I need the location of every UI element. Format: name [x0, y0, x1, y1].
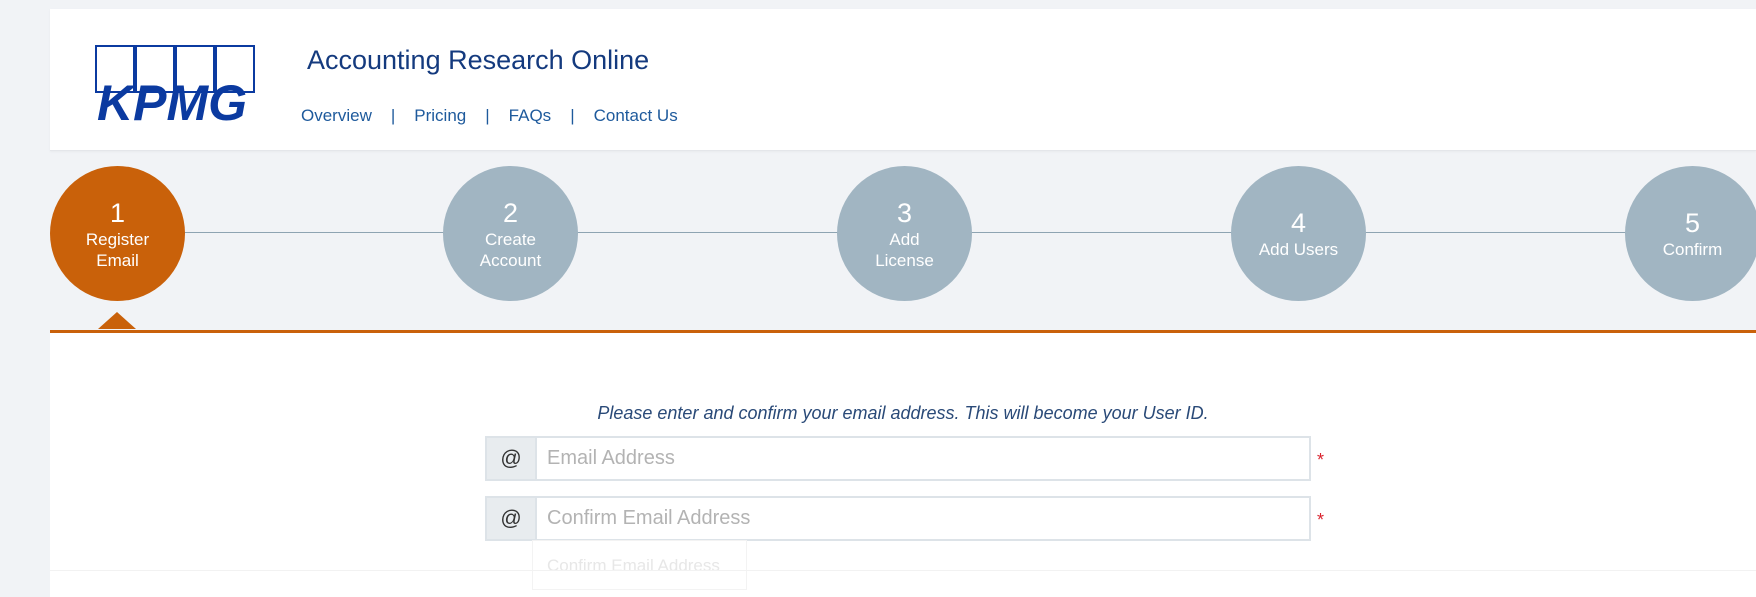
step-number: 3: [896, 197, 913, 228]
nav-contact-us-link[interactable]: Contact Us: [594, 106, 678, 126]
nav-faqs-link[interactable]: FAQs: [509, 106, 552, 126]
step-add-license[interactable]: 3 Add License: [837, 166, 972, 301]
registration-stepper: 1 Register Email 2 Create Account 3 Add …: [50, 166, 1756, 336]
confirm-email-drag-ghost: Confirm Email Address: [532, 540, 747, 590]
step-label: Create Account: [479, 229, 542, 270]
step-number: 2: [502, 197, 519, 228]
step-label: Add Users: [1258, 240, 1339, 259]
step-label: Register Email: [85, 229, 150, 270]
kpmg-logo[interactable]: KPMG: [86, 44, 260, 124]
email-field-row: @ *: [485, 436, 1324, 481]
step-confirm[interactable]: 5 Confirm: [1625, 166, 1756, 301]
nav-separator: |: [570, 106, 575, 125]
at-sign-icon: @: [485, 436, 535, 481]
panel-divider: [50, 570, 1756, 571]
site-header: KPMG Accounting Research Online Overview…: [50, 9, 1756, 151]
at-sign-icon: @: [485, 496, 535, 541]
form-instruction: Please enter and confirm your email addr…: [597, 403, 1209, 423]
app-title: Accounting Research Online: [307, 45, 650, 75]
active-step-pointer: [98, 312, 136, 329]
step-number: 1: [109, 197, 126, 228]
step-label: Confirm: [1662, 240, 1723, 259]
nav-separator: |: [390, 106, 396, 125]
step-number: 5: [1684, 208, 1701, 238]
svg-text:KPMG: KPMG: [97, 75, 247, 124]
step-register-email[interactable]: 1 Register Email: [50, 166, 185, 301]
required-indicator: *: [1317, 510, 1325, 530]
nav-separator: |: [485, 106, 490, 125]
step-number: 4: [1290, 208, 1307, 238]
email-form-panel: Please enter and confirm your email addr…: [50, 333, 1756, 597]
nav-overview-link[interactable]: Overview: [301, 106, 372, 126]
step-label: Add License: [875, 229, 934, 270]
step-create-account[interactable]: 2 Create Account: [443, 166, 578, 301]
email-input[interactable]: [535, 436, 1311, 481]
nav-pricing-link[interactable]: Pricing: [414, 106, 466, 126]
required-indicator: *: [1317, 450, 1325, 470]
top-nav: Overview | Pricing | FAQs | Contact Us: [301, 106, 678, 126]
confirm-email-input[interactable]: [535, 496, 1311, 541]
confirm-email-field-row: @ *: [485, 496, 1324, 541]
step-add-users[interactable]: 4 Add Users: [1231, 166, 1366, 301]
